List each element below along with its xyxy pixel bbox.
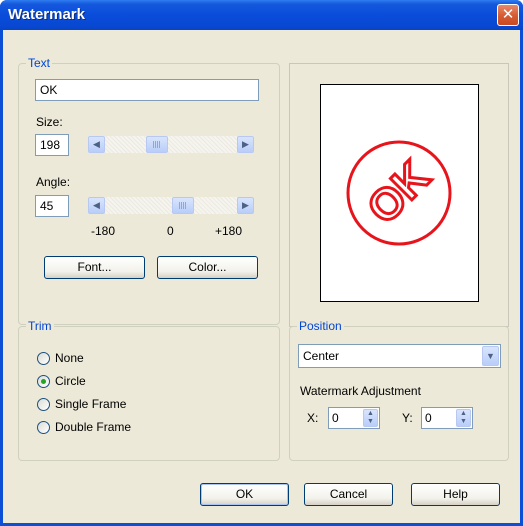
angle-slider-thumb[interactable] [172,197,194,214]
spin-up-icon[interactable]: ▲ [364,410,377,418]
text-group-legend: Text [26,56,53,70]
watermark-preview-stamp: OK [346,140,452,246]
trim-group-legend: Trim [26,319,54,333]
watermark-dialog: Watermark ✕ Text OK Size: 198 ◀ ▶ Angle:… [0,0,523,526]
position-group: Position Center ▼ Watermark Adjustment X… [289,319,509,461]
x-spinner[interactable]: 0 ▲ ▼ [328,407,380,429]
angle-scale-min: -180 [91,224,116,238]
size-scroll-left-button[interactable]: ◀ [88,136,105,153]
size-slider[interactable]: ◀ ▶ [88,136,254,153]
y-label: Y: [402,411,413,425]
preview-page: OK [320,84,479,302]
text-group: Text OK Size: 198 ◀ ▶ Angle: 45 ◀ ▶ -180… [18,56,280,325]
trim-group: Trim None Circle Single Frame Double Fra… [18,319,280,461]
radio-circle[interactable] [37,375,50,388]
preview-frame: OK [289,63,509,327]
y-value: 0 [425,411,432,425]
position-select[interactable]: Center ▼ [298,344,501,368]
radio-double-frame[interactable] [37,421,50,434]
spin-up-icon[interactable]: ▲ [457,410,470,418]
stamp-text: OK [358,152,439,233]
y-spinner[interactable]: 0 ▲ ▼ [421,407,473,429]
radio-selected-dot [41,379,46,384]
angle-scroll-right-button[interactable]: ▶ [237,197,254,214]
angle-scale-mid: 0 [167,224,174,238]
size-scroll-right-button[interactable]: ▶ [237,136,254,153]
arrow-left-icon: ◀ [93,139,100,149]
trim-option-label: Double Frame [55,420,132,434]
arrow-left-icon: ◀ [93,200,100,210]
spin-down-icon[interactable]: ▼ [364,418,377,426]
radio-none[interactable] [37,352,50,365]
dialog-body: Text OK Size: 198 ◀ ▶ Angle: 45 ◀ ▶ -180… [3,30,520,523]
x-value: 0 [332,411,339,425]
color-button[interactable]: Color... [157,256,258,279]
trim-option-label: Circle [55,374,86,388]
watermark-adjustment-label: Watermark Adjustment [300,384,421,398]
close-button[interactable]: ✕ [497,4,519,26]
trim-option-label: Single Frame [55,397,127,411]
ok-button[interactable]: OK [200,483,289,506]
title-bar[interactable]: Watermark ✕ [0,0,523,30]
angle-slider[interactable]: ◀ ▶ [88,197,254,214]
size-label: Size: [36,115,63,129]
watermark-text-input[interactable]: OK [35,79,259,101]
radio-single-frame[interactable] [37,398,50,411]
chevron-down-icon[interactable]: ▼ [482,346,499,366]
angle-scale-max: +180 [215,224,243,238]
size-slider-thumb[interactable] [146,136,168,153]
angle-input[interactable]: 45 [35,195,69,217]
y-spin-buttons[interactable]: ▲ ▼ [456,409,471,427]
dialog-title: Watermark [8,6,85,23]
arrow-right-icon: ▶ [242,200,249,210]
help-button[interactable]: Help [411,483,500,506]
close-icon: ✕ [501,6,515,23]
arrow-right-icon: ▶ [242,139,249,149]
spin-down-icon[interactable]: ▼ [457,418,470,426]
position-selected-value: Center [303,349,340,363]
cancel-button[interactable]: Cancel [304,483,393,506]
x-label: X: [307,411,319,425]
angle-label: Angle: [36,175,71,189]
x-spin-buttons[interactable]: ▲ ▼ [363,409,378,427]
font-button[interactable]: Font... [44,256,145,279]
trim-option-label: None [55,351,84,365]
size-input[interactable]: 198 [35,134,69,156]
position-group-legend: Position [297,319,344,333]
angle-scroll-left-button[interactable]: ◀ [88,197,105,214]
